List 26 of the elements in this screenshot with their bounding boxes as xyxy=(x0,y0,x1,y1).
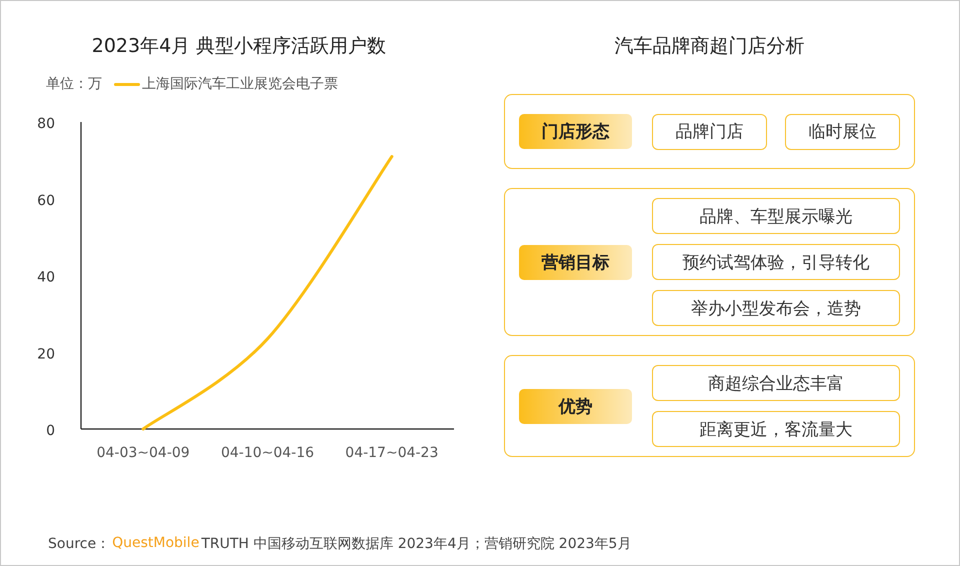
y-tick-label: 20 xyxy=(37,346,55,362)
chart-title: 2023年4月 典型小程序活跃用户数 xyxy=(90,34,388,59)
section-item: 预约试驾体验，引导转化 xyxy=(652,244,900,280)
section-item: 距离更近，客流量大 xyxy=(652,411,900,447)
x-tick-label: 04-03~04-09 xyxy=(96,445,190,461)
x-tick-label: 04-10~04-16 xyxy=(220,445,314,461)
section-label: 门店形态 xyxy=(519,114,632,149)
section-item: 品牌门店 xyxy=(652,114,767,150)
section-item: 商超综合业态丰富 xyxy=(652,365,900,401)
x-tick-label: 04-17~04-23 xyxy=(345,445,438,461)
section-item: 举办小型发布会，造势 xyxy=(652,290,900,326)
section-item: 品牌、车型展示曝光 xyxy=(652,198,900,234)
legend-label: 上海国际汽车工业展览会电子票 xyxy=(142,75,338,93)
y-tick-label: 40 xyxy=(37,270,55,286)
section-label: 营销目标 xyxy=(519,244,632,280)
unit-label: 单位：万 xyxy=(46,75,102,93)
source-text: TRUTH 中国移动互联网数据库 2023年4月；营销研究院 2023年5月 xyxy=(201,535,632,553)
y-tick-label: 80 xyxy=(37,116,55,132)
diagram-title: 汽车品牌商超门店分析 xyxy=(614,34,806,59)
y-tick-label: 0 xyxy=(46,423,55,439)
source-label: Source： xyxy=(48,535,110,553)
section-label: 优势 xyxy=(519,388,632,424)
section-item: 临时展位 xyxy=(785,114,900,150)
legend-line-icon xyxy=(114,82,140,86)
y-tick-label: 60 xyxy=(37,192,55,209)
source-brand: QuestMobile xyxy=(112,535,200,553)
